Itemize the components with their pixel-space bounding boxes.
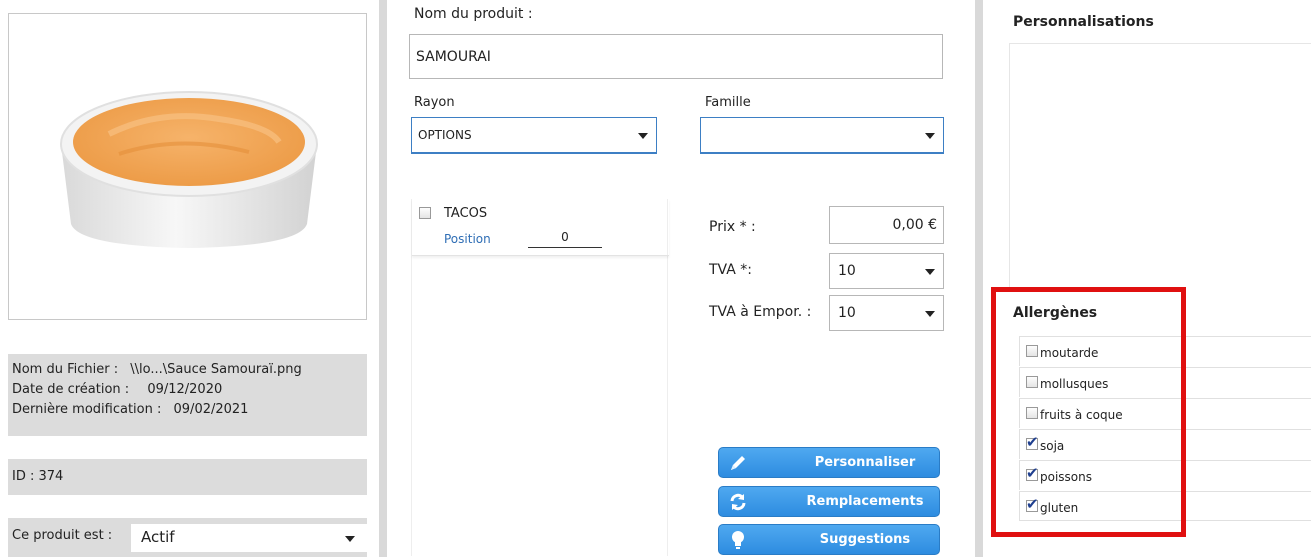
allergene-checkbox[interactable]: ✔ [1026,495,1039,513]
checkmark-icon: ✔ [1026,495,1039,513]
suggestions-button[interactable]: Suggestions [718,524,940,555]
product-image-frame[interactable] [8,13,367,320]
allergene-row-moutarde[interactable]: moutarde [1019,336,1311,366]
status-select[interactable]: Actif [131,524,367,552]
checkmark-icon: ✔ [1026,433,1039,451]
allergene-checkbox[interactable]: ✔ [1026,433,1039,451]
product-name-input[interactable]: SAMOURAI [409,34,943,79]
file-info-panel: Nom du Fichier : \\lo...\Sauce Samouraï.… [8,354,367,436]
tva-value: 10 [838,263,856,279]
rayon-item-name: TACOS [444,206,488,221]
prix-value: 0,00 € [892,217,937,233]
personnaliser-button[interactable]: Personnaliser [718,447,940,478]
status-value: Actif [141,528,175,546]
chevron-down-icon [925,133,935,139]
position-value: 0 [561,230,569,244]
tva-emporter-value: 10 [838,305,856,321]
remplacements-label: Remplacements [806,494,924,509]
rayon-item-checkbox[interactable] [419,207,431,219]
tva-emporter-select[interactable]: 10 [829,295,944,331]
chevron-down-icon [925,311,935,317]
prix-label: Prix * : [709,219,756,235]
personnalisations-panel [1009,43,1311,288]
list-item[interactable]: TACOS Position 0 [412,199,669,256]
allergene-label: gluten [1040,501,1079,515]
modified-label: Dernière modification : [12,402,162,417]
allergenes-title: Allergènes [1013,305,1098,321]
allergene-row-soja[interactable]: ✔ soja [1019,429,1311,459]
allergene-label: poissons [1040,470,1092,484]
product-id-text: ID : 374 [12,469,64,484]
chevron-down-icon [925,269,935,275]
allergene-row-fruits-a-coque[interactable]: fruits à coque [1019,398,1311,428]
right-separator [975,0,983,557]
left-separator [379,0,387,557]
lightbulb-icon [725,527,751,553]
allergene-label: fruits à coque [1040,408,1123,422]
tva-label: TVA *: [709,262,752,278]
refresh-icon [725,489,751,515]
personnaliser-label: Personnaliser [814,455,916,470]
allergene-row-gluten[interactable]: ✔ gluten [1019,491,1311,521]
created-label: Date de création : [12,382,130,397]
famille-label: Famille [705,95,751,110]
chevron-down-icon [638,133,648,139]
allergene-checkbox[interactable]: ✔ [1026,464,1039,482]
product-name-label: Nom du produit : [414,6,533,22]
product-name-value: SAMOURAI [416,48,491,65]
product-id: ID : 374 [8,459,367,495]
created-value: 09/12/2020 [147,382,223,397]
allergene-checkbox[interactable] [1026,345,1038,357]
status-label: Ce produit est : [12,528,113,543]
status-panel: Ce produit est : Actif [8,518,367,557]
suggestions-label: Suggestions [819,532,911,547]
sauce-bowl-icon [60,91,318,248]
filename-value: \\lo...\Sauce Samouraï.png [130,362,302,377]
tva-emporter-label: TVA à Empor. : [709,304,812,320]
pencil-icon [725,450,751,476]
rayon-list: TACOS Position 0 [411,199,669,556]
filename-label: Nom du Fichier : [12,362,119,377]
rayon-label: Rayon [414,95,455,110]
prix-input[interactable]: 0,00 € [829,206,944,244]
allergene-row-poissons[interactable]: ✔ poissons [1019,460,1311,490]
allergene-label: moutarde [1040,346,1099,360]
tva-select[interactable]: 10 [829,253,944,289]
allergene-checkbox[interactable] [1026,376,1038,388]
allergene-row-mollusques[interactable]: mollusques [1019,367,1311,397]
famille-select[interactable] [700,117,944,154]
remplacements-button[interactable]: Remplacements [718,486,940,517]
position-label: Position [444,232,491,246]
checkmark-icon: ✔ [1026,464,1039,482]
allergene-label: soja [1040,439,1065,453]
allergene-label: mollusques [1040,377,1109,391]
modified-value: 09/02/2021 [173,402,249,417]
position-input[interactable]: 0 [528,230,602,248]
personnalisations-title: Personnalisations [1013,14,1154,30]
allergene-checkbox[interactable] [1026,407,1038,419]
rayon-select[interactable]: OPTIONS [411,117,657,154]
chevron-down-icon [345,536,355,542]
rayon-value: OPTIONS [418,128,472,142]
